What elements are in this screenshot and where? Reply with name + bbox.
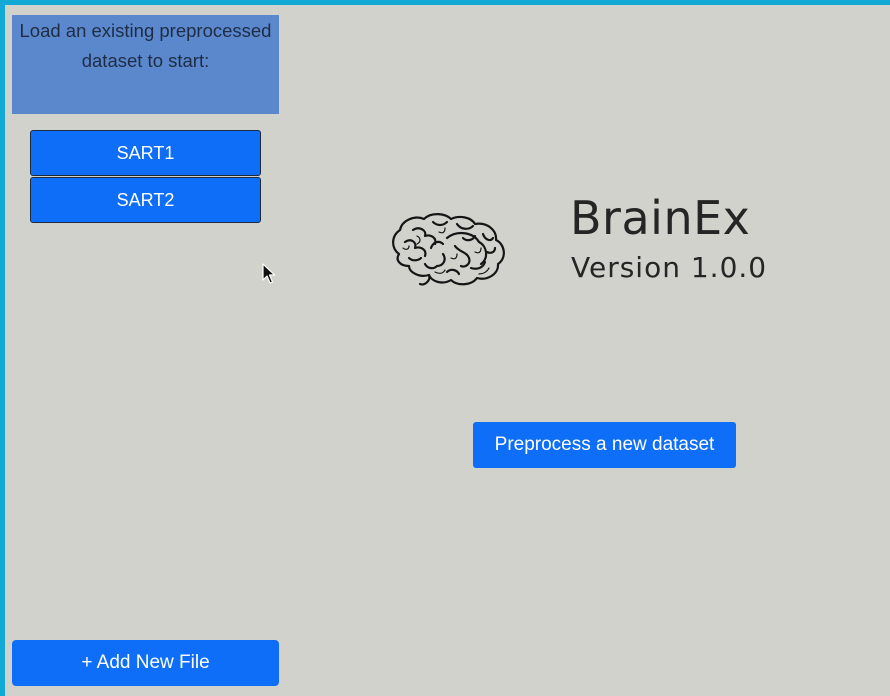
add-new-file-button[interactable]: + Add New File bbox=[12, 640, 279, 686]
app-window: Load an existing preprocessed dataset to… bbox=[5, 5, 890, 696]
app-version: Version 1.0.0 bbox=[571, 251, 768, 284]
dataset-button-sart2[interactable]: SART2 bbox=[30, 177, 261, 223]
preprocess-dataset-button[interactable]: Preprocess a new dataset bbox=[473, 422, 736, 468]
mouse-cursor-icon bbox=[262, 263, 276, 284]
brain-icon bbox=[392, 213, 505, 286]
sidebar-header: Load an existing preprocessed dataset to… bbox=[12, 15, 279, 114]
sidebar: Load an existing preprocessed dataset to… bbox=[5, 5, 285, 696]
app-title: BrainEx bbox=[570, 191, 751, 245]
dataset-button-sart1[interactable]: SART1 bbox=[30, 130, 261, 176]
dataset-list: SART1 SART2 bbox=[30, 130, 261, 224]
